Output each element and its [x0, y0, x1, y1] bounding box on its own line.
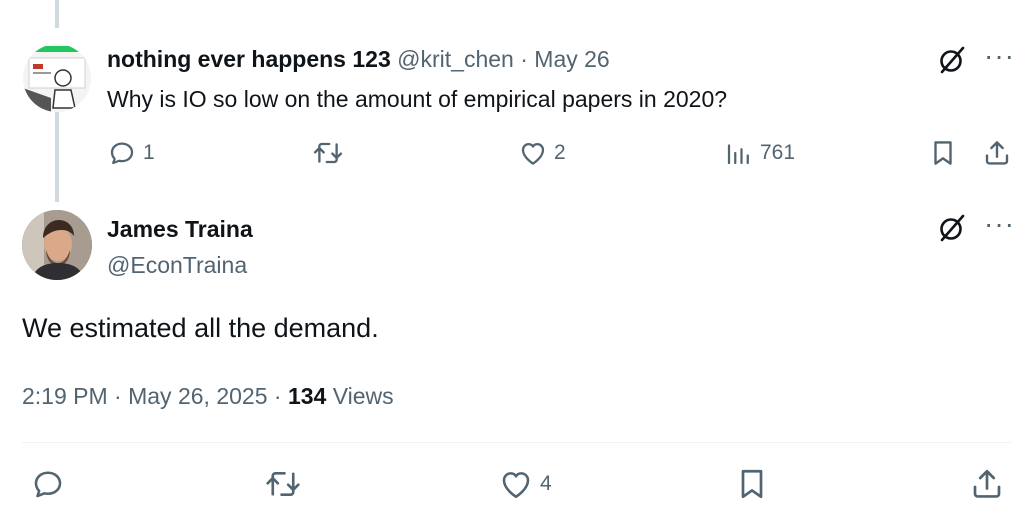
- retweet-button[interactable]: [312, 138, 350, 168]
- handle[interactable]: @krit_chen: [397, 46, 514, 72]
- bookmark-icon: [741, 469, 763, 499]
- reply-button[interactable]: 1: [107, 138, 155, 168]
- like-button[interactable]: 2: [518, 138, 566, 168]
- separator: ·: [520, 46, 528, 72]
- tweet-time[interactable]: 2:19 PM: [22, 383, 108, 409]
- retweet-icon: [313, 142, 343, 164]
- parent-tweet-header: nothing ever happens 123 @krit_chen · Ma…: [107, 44, 610, 74]
- handle[interactable]: @EconTraina: [107, 250, 247, 280]
- tweet-text: We estimated all the demand.: [22, 313, 379, 343]
- views-count: 761: [760, 141, 796, 164]
- bookmark-button[interactable]: [734, 466, 770, 502]
- reply-icon: [110, 142, 134, 165]
- tweet-meta: 2:19 PM · May 26, 2025 · 134 Views: [22, 380, 394, 412]
- thread-line-connector: [55, 112, 59, 202]
- separator: ·: [273, 383, 282, 409]
- reply-icon: [34, 471, 62, 498]
- divider: [22, 442, 1011, 443]
- display-name[interactable]: James Traina: [107, 214, 253, 244]
- more-icon[interactable]: ···: [984, 42, 1015, 70]
- heart-icon: [521, 143, 545, 165]
- bookmark-button[interactable]: [928, 138, 958, 168]
- tweet-date[interactable]: May 26: [534, 46, 609, 72]
- like-count: 4: [540, 472, 552, 495]
- retweet-icon: [266, 472, 300, 496]
- like-button[interactable]: 4: [498, 466, 552, 502]
- separator: ·: [114, 383, 122, 409]
- like-count: 2: [554, 141, 566, 164]
- tweet-date[interactable]: May 26, 2025: [128, 383, 267, 409]
- share-button[interactable]: [969, 466, 1005, 502]
- bookmark-icon: [934, 141, 952, 165]
- display-name[interactable]: nothing ever happens 123: [107, 46, 391, 72]
- share-icon: [973, 469, 1001, 498]
- grok-icon[interactable]: [936, 212, 968, 244]
- more-icon[interactable]: ···: [984, 210, 1015, 238]
- grok-icon[interactable]: [936, 44, 968, 76]
- avatar[interactable]: [23, 44, 91, 112]
- reply-button[interactable]: [30, 466, 66, 502]
- share-button[interactable]: [982, 138, 1012, 168]
- views-icon: [727, 144, 749, 165]
- views-button[interactable]: 761: [724, 138, 795, 168]
- reply-count: 1: [143, 141, 155, 164]
- thread-line-top: [55, 0, 59, 28]
- heart-icon: [502, 472, 530, 499]
- tweet-text: Why is IO so low on the amount of empiri…: [107, 86, 728, 112]
- share-icon: [985, 141, 1009, 165]
- retweet-button[interactable]: [264, 466, 302, 502]
- avatar[interactable]: [22, 210, 92, 280]
- views-label: Views: [332, 383, 394, 409]
- views-count[interactable]: 134: [288, 383, 326, 409]
